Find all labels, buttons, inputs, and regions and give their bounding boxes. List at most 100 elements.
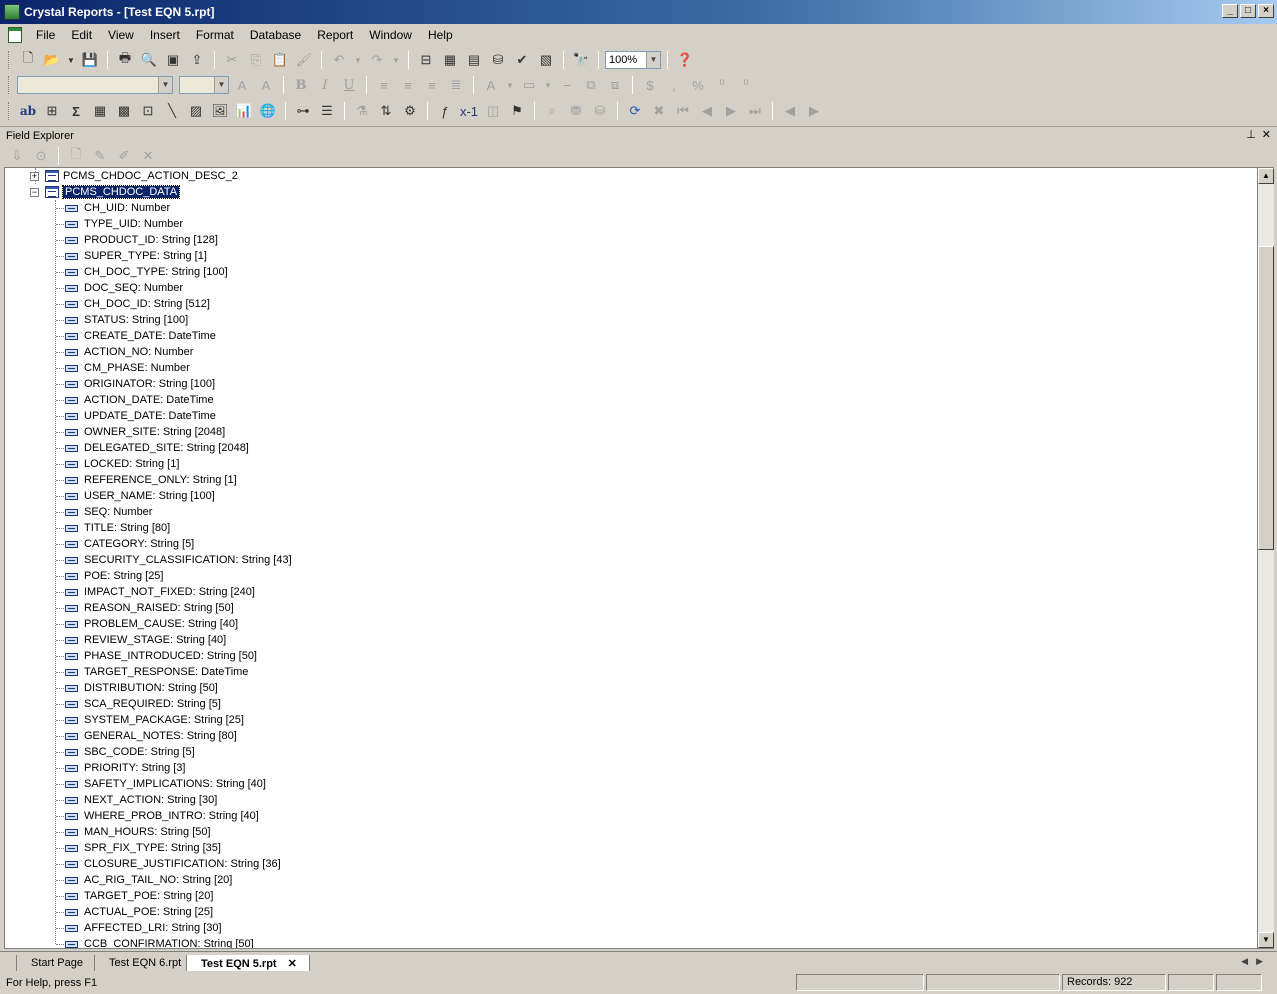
bold-icon[interactable]: B <box>290 75 312 95</box>
repository-explorer-icon[interactable]: ⛁ <box>487 50 509 70</box>
maximize-button[interactable]: □ <box>1240 4 1256 18</box>
menu-database[interactable]: Database <box>242 26 309 44</box>
template-expert-icon[interactable]: ⚙ <box>399 101 421 121</box>
next-page-icon[interactable]: ▶ <box>720 101 742 121</box>
tree-node-table-selected[interactable]: − PCMS_CHDOC_DATA <box>30 184 181 200</box>
field-item[interactable]: UPDATE_DATE: DateTime <box>65 408 216 424</box>
field-item[interactable]: PROBLEM_CAUSE: String [40] <box>65 616 238 632</box>
field-item[interactable]: DELEGATED_SITE: String [2048] <box>65 440 249 456</box>
font-name-combo[interactable]: ▼ <box>17 76 173 94</box>
field-item[interactable]: CCB_CONFIRMATION: String [50] <box>65 936 254 948</box>
decrease-font-icon[interactable]: A <box>255 75 277 95</box>
field-item[interactable]: TARGET_RESPONSE: DateTime <box>65 664 248 680</box>
redo-dropdown-icon[interactable]: ▼ <box>390 50 402 70</box>
field-item[interactable]: USER_NAME: String [100] <box>65 488 215 504</box>
field-item[interactable]: SPR_FIX_TYPE: String [35] <box>65 840 221 856</box>
font-color-dropdown-icon[interactable]: ▼ <box>504 75 516 95</box>
close-tab-icon[interactable]: ✕ <box>288 958 297 970</box>
open-dropdown-icon[interactable]: ▼ <box>65 50 77 70</box>
preview-sample-icon[interactable]: ▣ <box>162 50 184 70</box>
field-item[interactable]: SYSTEM_PACKAGE: String [25] <box>65 712 244 728</box>
open-icon[interactable]: 📂 <box>41 50 63 70</box>
print-preview-icon[interactable]: 🔍 <box>138 50 160 70</box>
browse-data-icon[interactable]: ⊙ <box>30 146 52 166</box>
field-item[interactable]: PHASE_INTRODUCED: String [50] <box>65 648 257 664</box>
field-item[interactable]: AC_RIG_TAIL_NO: String [20] <box>65 872 232 888</box>
justify-icon[interactable]: ≣ <box>445 75 467 95</box>
field-item[interactable]: PRIORITY: String [3] <box>65 760 185 776</box>
edit-icon[interactable]: ✎ <box>89 146 111 166</box>
field-item[interactable]: ACTION_NO: Number <box>65 344 193 360</box>
field-item[interactable]: ORIGINATOR: String [100] <box>65 376 215 392</box>
menu-file[interactable]: File <box>28 26 63 44</box>
field-item[interactable]: CH_DOC_ID: String [512] <box>65 296 210 312</box>
font-size-combo[interactable]: ▼ <box>179 76 229 94</box>
field-item[interactable]: WHERE_PROB_INTRO: String [40] <box>65 808 259 824</box>
record-sort-icon[interactable]: ⇅ <box>375 101 397 121</box>
menu-view[interactable]: View <box>100 26 142 44</box>
menu-help[interactable]: Help <box>420 26 461 44</box>
field-item[interactable]: SEQ: Number <box>65 504 152 520</box>
field-item[interactable]: GENERAL_NOTES: String [80] <box>65 728 237 744</box>
set-location-icon[interactable]: ⛁ <box>589 101 611 121</box>
font-color-icon[interactable]: A <box>480 75 502 95</box>
tab-test-eqn-6[interactable]: Test EQN 6.rpt <box>94 955 195 972</box>
close-icon[interactable]: ✕ <box>1262 128 1271 141</box>
report-alerts-icon[interactable]: ⚑ <box>506 101 528 121</box>
field-item[interactable]: TITLE: String [80] <box>65 520 170 536</box>
field-item[interactable]: OWNER_SITE: String [2048] <box>65 424 225 440</box>
database-expert-icon[interactable]: ⊶ <box>292 101 314 121</box>
document-icon[interactable] <box>8 27 22 43</box>
field-item[interactable]: CREATE_DATE: DateTime <box>65 328 216 344</box>
cut-icon[interactable]: ✂ <box>221 50 243 70</box>
tab-scroll-left-icon[interactable]: ◀ <box>1241 956 1248 967</box>
refresh-icon[interactable]: ⟳ <box>624 101 646 121</box>
forward-icon[interactable]: ▶ <box>803 101 825 121</box>
field-item[interactable]: STATUS: String [100] <box>65 312 188 328</box>
field-item[interactable]: IMPACT_NOT_FIXED: String [240] <box>65 584 255 600</box>
menu-edit[interactable]: Edit <box>63 26 100 44</box>
lock-size-icon[interactable]: ⧈ <box>604 75 626 95</box>
previous-page-icon[interactable]: ◀ <box>696 101 718 121</box>
field-item[interactable]: SAFETY_IMPLICATIONS: String [40] <box>65 776 266 792</box>
tree-node-table[interactable]: + PCMS_CHDOC_ACTION_DESC_2 <box>30 168 238 184</box>
field-item[interactable]: AFFECTED_LRI: String [30] <box>65 920 222 936</box>
last-page-icon[interactable]: ⏭ <box>744 101 766 121</box>
chevron-down-icon[interactable]: ▼ <box>646 52 660 68</box>
field-item[interactable]: CM_PHASE: Number <box>65 360 190 376</box>
field-item[interactable]: NEXT_ACTION: String [30] <box>65 792 217 808</box>
menu-format[interactable]: Format <box>188 26 242 44</box>
paste-icon[interactable]: 📋 <box>269 50 291 70</box>
field-item[interactable]: REASON_RAISED: String [50] <box>65 600 234 616</box>
underline-icon[interactable]: U <box>338 75 360 95</box>
formula-editor-icon[interactable]: x‑1 <box>458 101 480 121</box>
field-item[interactable]: DISTRIBUTION: String [50] <box>65 680 218 696</box>
new-icon[interactable]: 🗋 <box>17 50 39 70</box>
align-left-icon[interactable]: ≡ <box>373 75 395 95</box>
currency-icon[interactable]: $ <box>639 75 661 95</box>
copy-icon[interactable]: ⎘ <box>245 50 267 70</box>
field-item[interactable]: CH_UID: Number <box>65 200 170 216</box>
decrease-decimals-icon[interactable]: ⁰ <box>735 75 757 95</box>
tab-test-eqn-5[interactable]: Test EQN 5.rpt ✕ <box>186 955 310 972</box>
insert-box-icon[interactable]: ▨ <box>185 101 207 121</box>
tab-start-page[interactable]: Start Page <box>16 955 96 972</box>
report-explorer-icon[interactable]: ▤ <box>463 50 485 70</box>
close-button[interactable]: × <box>1258 4 1274 18</box>
field-item[interactable]: ACTUAL_POE: String [25] <box>65 904 213 920</box>
italic-icon[interactable]: I <box>314 75 336 95</box>
field-item[interactable]: REVIEW_STAGE: String [40] <box>65 632 226 648</box>
field-item[interactable]: TARGET_POE: String [20] <box>65 888 213 904</box>
suppress-icon[interactable]: ⎯ <box>556 75 578 95</box>
pin-icon[interactable]: ⊥ <box>1246 128 1256 141</box>
toolbar-grip[interactable] <box>8 76 11 94</box>
search-expert-icon[interactable]: ⌕ <box>541 101 563 121</box>
increase-decimals-icon[interactable]: ⁰ <box>711 75 733 95</box>
delete-icon[interactable]: ✕ <box>137 146 159 166</box>
field-item[interactable]: MAN_HOURS: String [50] <box>65 824 211 840</box>
collapse-icon[interactable]: − <box>30 187 39 197</box>
rename-icon[interactable]: ✐ <box>113 146 135 166</box>
group-tree-icon[interactable]: ⊟ <box>415 50 437 70</box>
save-icon[interactable]: 💾 <box>79 50 101 70</box>
insert-to-report-icon[interactable]: ⇩ <box>6 146 28 166</box>
